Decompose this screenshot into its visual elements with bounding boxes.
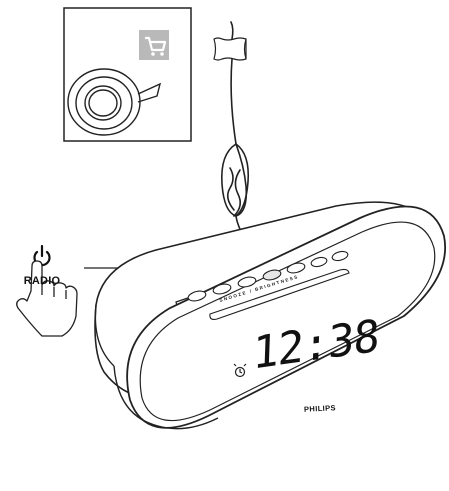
hand-pointer-icon [16,260,78,337]
inset-box [63,7,192,142]
radio-label: RADIO [23,275,61,287]
illustration-canvas: SNOOZE / BRIGHTNESS [16,7,446,430]
cable-tape-label [213,37,247,61]
clock-radio: SNOOZE / BRIGHTNESS [94,201,446,430]
cart-icon [139,30,169,60]
